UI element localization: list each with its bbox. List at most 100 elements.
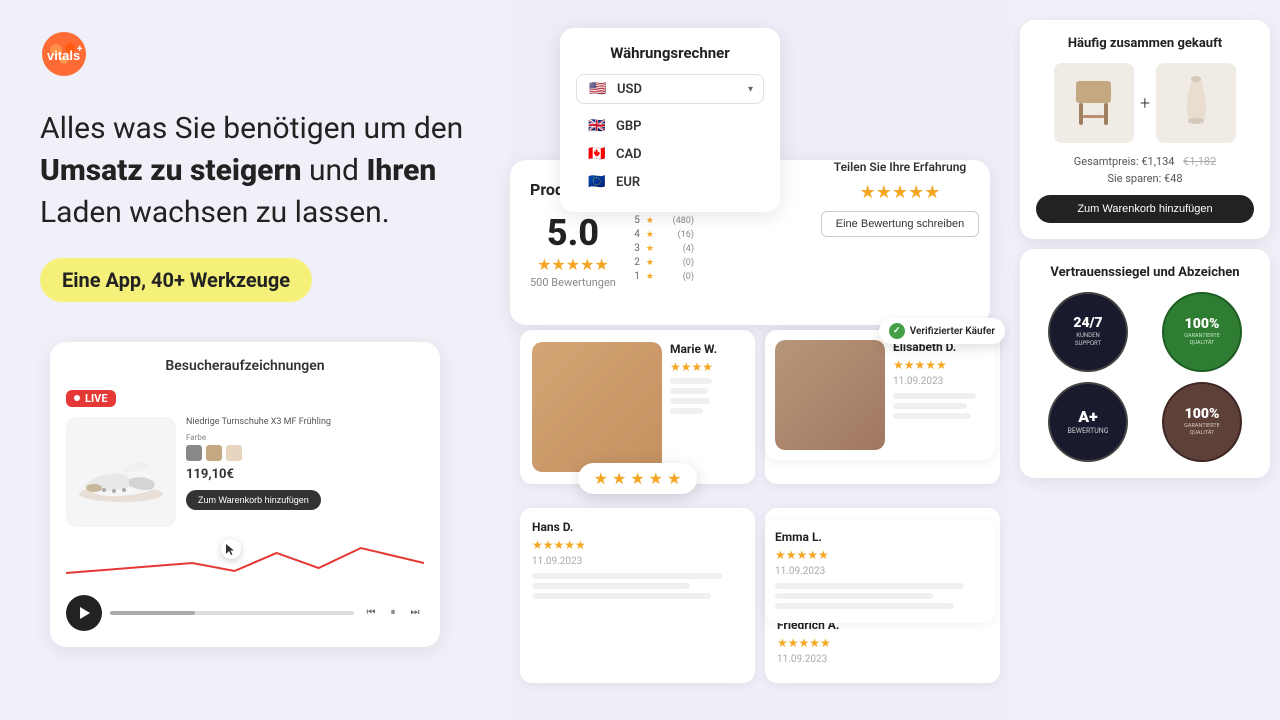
review-date-hans: 11.09.2023 <box>532 556 743 567</box>
visitor-widget-title: Besucheraufzeichnungen <box>66 358 424 374</box>
play-icon <box>80 607 90 619</box>
trust-badges-widget: Vertrauenssiegel und Abzeichen 24/7 KUND… <box>1020 249 1270 478</box>
review-stars-elisabeth: ★★★★★ <box>893 358 985 372</box>
share-section: Teilen Sie Ihre Erfahrung ★★★★★ Eine Bew… <box>820 160 980 237</box>
left-section: vitals + Alles was Sie benötigen um den … <box>0 0 510 720</box>
bar-row-3: 3 ★ (4) <box>632 243 694 254</box>
tagline-badge: Eine App, 40+ Werkzeuge <box>40 258 312 302</box>
progress-bar[interactable] <box>110 611 354 615</box>
reviews-summary: 5.0 ★★★★★ 500 Bewertungen 5 ★ (480) 4 <box>530 215 694 289</box>
frequently-bought-widget: Häufig zusammen gekauft + <box>1020 20 1270 239</box>
star-4-icon: ★ <box>646 230 654 240</box>
rating-overlay-marie: ★ ★ ★ ★ ★ <box>578 463 698 494</box>
svg-text:+: + <box>77 44 83 55</box>
chart-area <box>66 533 424 583</box>
overlay-star: ★ <box>667 469 681 488</box>
verified-buyer-badge: ✓ Verifizierter Käufer <box>879 318 1005 344</box>
cad-option[interactable]: 🇨🇦 CAD <box>576 140 764 168</box>
pause-button[interactable]: ⏸ <box>384 604 402 622</box>
plus-icon: + <box>1140 93 1150 114</box>
verified-check-icon: ✓ <box>889 323 905 339</box>
reviewer-name-marie: Marie W. <box>670 342 717 356</box>
cad-flag: 🇨🇦 <box>586 146 608 162</box>
reviewer-name-hans: Hans D. <box>532 520 743 534</box>
review-stars-marie: ★★★★ <box>670 360 717 374</box>
progress-fill <box>110 611 195 615</box>
reviewer-photo-marie <box>532 342 662 472</box>
selected-currency: USD <box>617 82 642 97</box>
gbp-label: GBP <box>616 119 641 134</box>
currency-dropdown[interactable]: 🇺🇸 USD ▾ <box>576 74 764 104</box>
review-date-friedrich: 11.09.2023 <box>777 654 988 665</box>
center-section: Währungsrechner 🇺🇸 USD ▾ 🇬🇧 GBP 🇨🇦 CAD 🇪… <box>510 0 1010 720</box>
bar-row-4: 4 ★ (16) <box>632 229 694 240</box>
review-card-hans: Hans D. ★★★★★ 11.09.2023 <box>520 508 755 683</box>
share-title: Teilen Sie Ihre Erfahrung <box>820 160 980 174</box>
reviewer-name-emma: Emma L. <box>775 530 985 544</box>
right-review-column: Elisabeth D. ★★★★★ 11.09.2023 ✓ Verifizi… <box>765 330 995 623</box>
eur-option[interactable]: 🇪🇺 EUR <box>576 168 764 196</box>
currency-title: Währungsrechner <box>576 44 764 62</box>
star-3-icon: ★ <box>646 244 654 254</box>
visitor-recording-widget: Besucheraufzeichnungen LIVE <box>50 342 440 647</box>
trust-badge-247: 24/7 KUNDENSUPPORT <box>1048 292 1128 372</box>
review-card-emma: Emma L. ★★★★★ 11.09.2023 <box>765 520 995 623</box>
eur-label: EUR <box>616 175 640 190</box>
bar-row-5: 5 ★ (480) <box>632 215 694 226</box>
product-img-vase <box>1156 63 1236 143</box>
cad-label: CAD <box>616 147 642 162</box>
add-to-cart-freq-button[interactable]: Zum Warenkorb hinzufügen <box>1036 195 1254 223</box>
share-stars[interactable]: ★★★★★ <box>820 182 980 203</box>
play-button[interactable] <box>66 595 102 631</box>
trust-badge-100-brown: 100% GARANTIERTEQUALITÄT <box>1162 382 1242 462</box>
reviewer-photo-elisabeth <box>775 340 885 450</box>
cursor-icon <box>221 539 241 559</box>
review-stars-emma: ★★★★★ <box>775 548 985 562</box>
overlay-star: ★ <box>630 469 644 488</box>
overall-rating: 5.0 <box>530 215 616 251</box>
overlay-star: ★ <box>612 469 626 488</box>
gbp-option[interactable]: 🇬🇧 GBP <box>576 112 764 140</box>
trust-badge-100-green: 100% GARANTIERTEQUALITÄT <box>1162 292 1242 372</box>
svg-text:vitals: vitals <box>47 48 80 63</box>
trust-title: Vertrauenssiegel und Abzeichen <box>1036 265 1254 280</box>
product-title: Niedrige Turnschuhe X3 MF Frühling <box>186 417 424 427</box>
add-to-cart-small-button[interactable]: Zum Warenkorb hinzufügen <box>186 490 321 510</box>
freq-savings: Sie sparen: €48 <box>1036 172 1254 185</box>
write-review-button[interactable]: Eine Bewertung schreiben <box>821 211 979 237</box>
bar-row-1: 1 ★ (0) <box>632 271 694 282</box>
gbp-flag: 🇬🇧 <box>586 118 608 134</box>
product-img-stool <box>1054 63 1134 143</box>
overlay-star: ★ <box>594 469 608 488</box>
freq-total-price: Gesamtpreis: €1,134 €1,182 <box>1036 155 1254 168</box>
freq-products: + <box>1036 63 1254 143</box>
trust-badge-aplus: A+ BEWERTUNG <box>1048 382 1128 462</box>
live-badge: LIVE <box>66 390 116 407</box>
color-option-beige[interactable] <box>206 445 222 461</box>
usd-flag: 🇺🇸 <box>587 81 609 97</box>
review-card-marie: Marie W. ★★★★ ★ ★ ★ ★ ★ <box>520 330 755 484</box>
logo: vitals + <box>40 30 470 78</box>
color-option-light[interactable] <box>226 445 242 461</box>
overlay-star: ★ <box>649 469 663 488</box>
star-5-icon: ★ <box>646 216 654 226</box>
color-label: Farbe <box>186 433 424 442</box>
color-option-grey[interactable] <box>186 445 202 461</box>
right-section: Häufig zusammen gekauft + <box>1010 0 1280 720</box>
control-buttons: ⏮ ⏸ ⏭ <box>362 604 424 622</box>
skip-back-button[interactable]: ⏮ <box>362 604 380 622</box>
review-stars-friedrich: ★★★★★ <box>777 636 988 650</box>
headline: Alles was Sie benötigen um den Umsatz zu… <box>40 108 470 234</box>
skip-forward-button[interactable]: ⏭ <box>406 604 424 622</box>
shoe-image <box>66 417 176 527</box>
star-1-icon: ★ <box>646 272 654 282</box>
review-stars-hans: ★★★★★ <box>532 538 743 552</box>
color-options <box>186 445 424 461</box>
review-count: 500 Bewertungen <box>530 276 616 289</box>
eur-flag: 🇪🇺 <box>586 174 608 190</box>
recording-content: Niedrige Turnschuhe X3 MF Frühling Farbe… <box>66 417 424 527</box>
video-controls: ⏮ ⏸ ⏭ <box>66 595 424 631</box>
rating-bars: 5 ★ (480) 4 ★ (16) 3 <box>632 215 694 289</box>
bar-row-2: 2 ★ (0) <box>632 257 694 268</box>
star-2-icon: ★ <box>646 258 654 268</box>
